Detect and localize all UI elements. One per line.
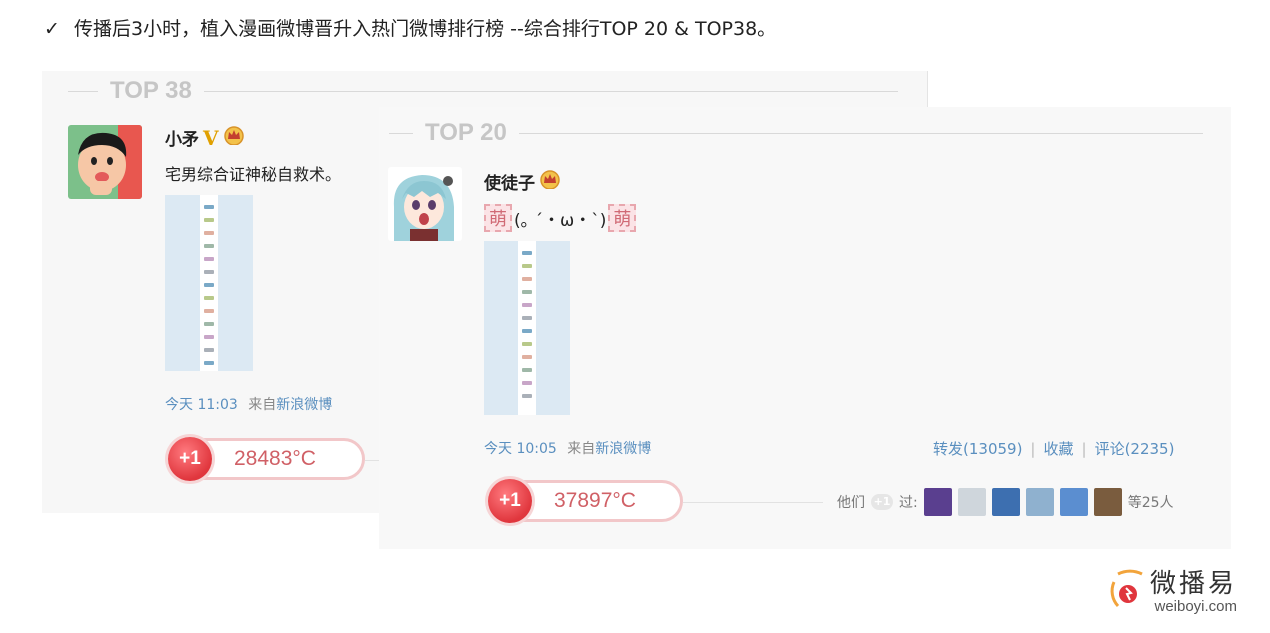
- post-meta: 今天 11:03 来自新浪微博: [165, 394, 332, 414]
- kaomoji-text: (｡ ´・ω・`): [514, 210, 607, 231]
- top38-rank-header: TOP 38: [68, 77, 898, 105]
- comic-panel: [522, 303, 532, 307]
- post-text: 宅男综合证神秘自救术。: [165, 165, 342, 184]
- divider: [68, 90, 98, 92]
- rank-label: TOP 38: [110, 77, 192, 104]
- plus-one-users: 他们 +1 过: 等25人: [837, 488, 1174, 516]
- comic-panel: [204, 283, 214, 287]
- comic-panel: [204, 270, 214, 274]
- user-avatar[interactable]: [68, 125, 142, 199]
- weiboyi-logo: 微播易 weiboyi.com: [1108, 566, 1237, 618]
- they-label: 他们: [837, 495, 865, 511]
- comic-panel: [204, 218, 214, 222]
- check-icon: ✓: [44, 18, 60, 40]
- username-link[interactable]: 小矛: [165, 125, 199, 150]
- divider: [203, 90, 898, 92]
- divider: [389, 132, 413, 134]
- from-label: 来自: [248, 397, 277, 413]
- logo-domain: weiboyi.com: [1154, 597, 1238, 615]
- they-suffix: 过:: [899, 495, 918, 511]
- comic-panel: [522, 394, 532, 398]
- comment-link[interactable]: 评论(2235): [1095, 440, 1175, 458]
- post-text: 萌 (｡ ´・ω・`) 萌: [484, 204, 637, 232]
- comic-panel: [522, 329, 532, 333]
- emoticon-icon: 萌: [484, 204, 512, 232]
- count-label: 等25人: [1127, 495, 1174, 511]
- heat-button[interactable]: +1 37897°C: [488, 479, 683, 523]
- separator: |: [1081, 440, 1087, 458]
- repost-link[interactable]: 转发(13059): [933, 440, 1022, 458]
- comic-panel: [204, 231, 214, 235]
- emoticon-icon: 萌: [608, 204, 637, 232]
- heat-value: 28483°C: [234, 447, 316, 470]
- comic-panel: [522, 316, 532, 320]
- top20-card: TOP 20 使徒子 萌 (｡ ´・ω・`) 萌 今天 10:05 来自新浪微博: [379, 107, 1231, 549]
- source-link[interactable]: 新浪微博: [276, 397, 332, 413]
- comic-thumbnail[interactable]: [165, 195, 253, 371]
- crown-icon: [539, 169, 561, 194]
- plus-one-mini-icon: +1: [871, 494, 893, 510]
- comic-panel: [522, 264, 532, 268]
- post-meta: 今天 10:05 来自新浪微博: [484, 438, 651, 458]
- separator: |: [1030, 440, 1036, 458]
- user-name: 小矛 V: [165, 125, 245, 150]
- post-actions: 转发(13059) | 收藏 | 评论(2235): [933, 438, 1174, 459]
- comic-panel: [522, 277, 532, 281]
- broadcast-logo-icon: [1108, 566, 1148, 618]
- comic-panel: [204, 296, 214, 300]
- headline-text: 传播后3小时，植入漫画微博晋升入热门微博排行榜 --综合排行TOP 20 & T…: [74, 18, 777, 40]
- logo-name: 微播易: [1150, 568, 1238, 599]
- comic-panel: [204, 361, 214, 365]
- comic-panel: [204, 257, 214, 261]
- plus-one-button[interactable]: +1: [168, 437, 212, 481]
- crown-icon: [223, 125, 245, 150]
- comic-panel: [204, 244, 214, 248]
- user-avatar-mini[interactable]: [1059, 488, 1088, 516]
- heat-value: 37897°C: [554, 489, 636, 512]
- comic-panel: [204, 309, 214, 313]
- divider: [518, 132, 1203, 134]
- from-label: 来自: [567, 441, 596, 457]
- top20-rank-header: TOP 20: [389, 119, 1203, 147]
- comic-panel: [522, 381, 532, 385]
- divider: [365, 460, 379, 461]
- comic-panel: [522, 342, 532, 346]
- comic-panel: [522, 355, 532, 359]
- user-avatar-mini[interactable]: [991, 488, 1020, 516]
- comic-panel: [522, 368, 532, 372]
- divider: [683, 502, 823, 503]
- post-time-link[interactable]: 今天 10:05: [484, 441, 557, 457]
- comic-panel: [522, 290, 532, 294]
- user-avatar-mini[interactable]: [923, 488, 952, 516]
- rank-label: TOP 20: [425, 119, 507, 146]
- comic-panel: [204, 322, 214, 326]
- heat-button[interactable]: +1 28483°C: [168, 437, 365, 481]
- verified-v-icon: V: [203, 125, 219, 150]
- user-name: 使徒子: [484, 169, 561, 194]
- user-avatar-mini[interactable]: [1025, 488, 1054, 516]
- favorite-link[interactable]: 收藏: [1043, 440, 1073, 458]
- comic-panel: [204, 335, 214, 339]
- headline: ✓ 传播后3小时，植入漫画微博晋升入热门微博排行榜 --综合排行TOP 20 & …: [40, 14, 776, 41]
- comic-panel: [522, 251, 532, 255]
- user-avatar[interactable]: [388, 167, 462, 241]
- username-link[interactable]: 使徒子: [484, 169, 535, 194]
- user-avatar-mini[interactable]: [1093, 488, 1122, 516]
- post-time-link[interactable]: 今天 11:03: [165, 397, 238, 413]
- comic-panel: [204, 348, 214, 352]
- source-link[interactable]: 新浪微博: [595, 441, 651, 457]
- comic-panel: [204, 205, 214, 209]
- plus-one-button[interactable]: +1: [488, 479, 532, 523]
- comic-thumbnail[interactable]: [484, 241, 570, 415]
- user-avatar-mini[interactable]: [957, 488, 986, 516]
